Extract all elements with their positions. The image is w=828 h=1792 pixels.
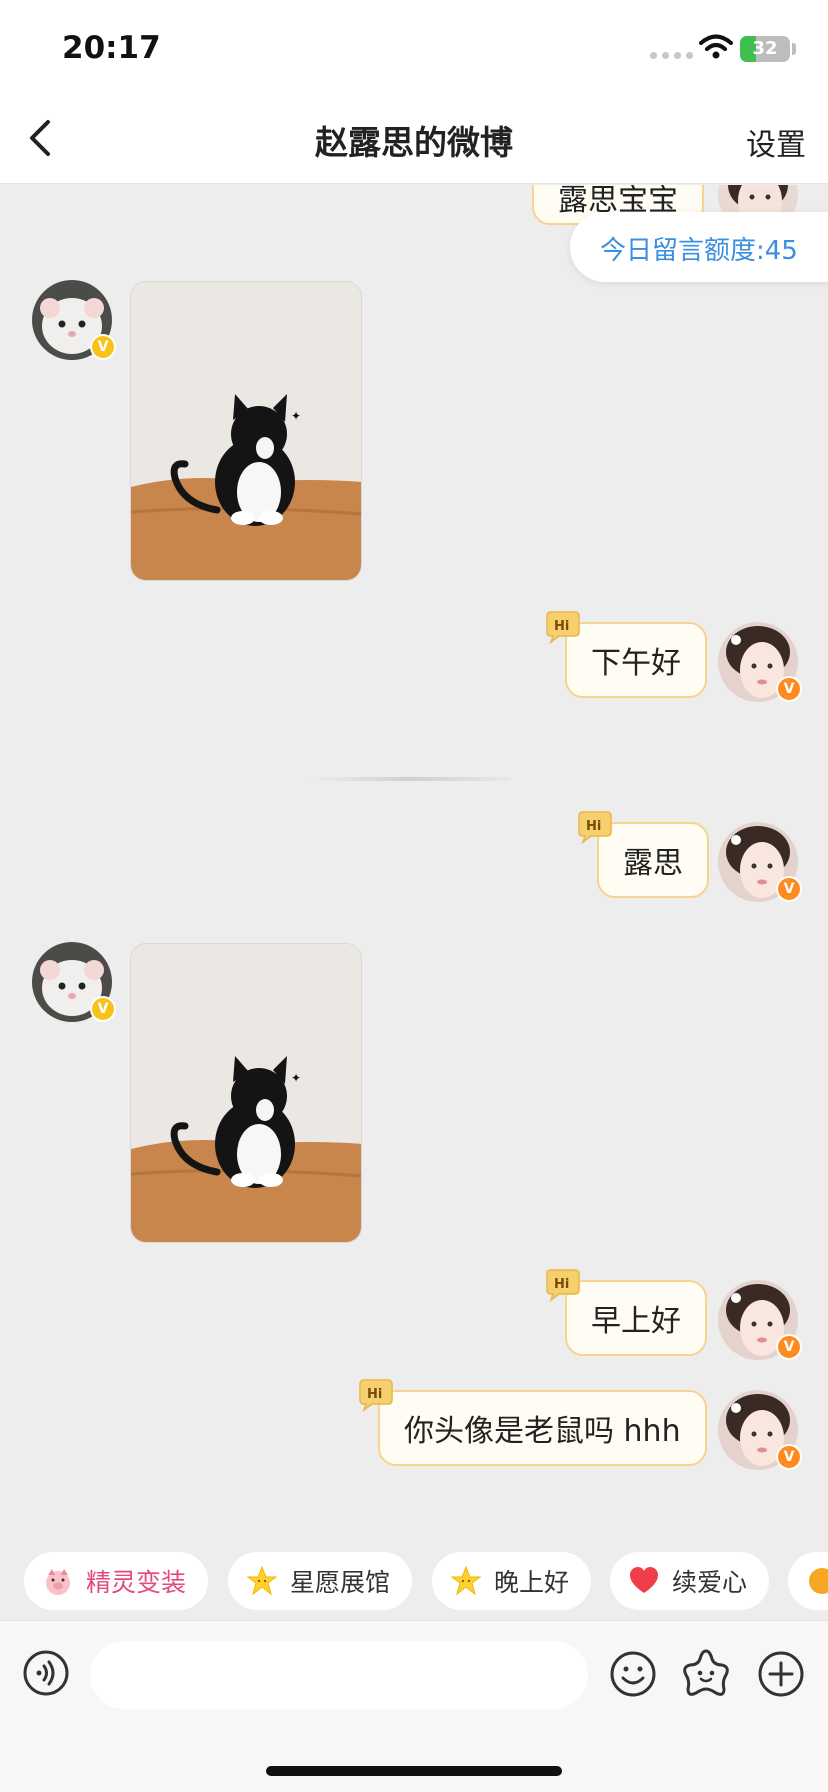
contact-avatar[interactable]: V: [32, 942, 116, 1022]
message-text: 你头像是老鼠吗 hhh: [404, 1414, 681, 1449]
user-avatar[interactable]: V: [718, 1390, 802, 1470]
quick-reply-chip[interactable]: 星愿展馆: [228, 1552, 413, 1610]
wifi-icon: [699, 34, 733, 59]
pig-sprite-icon: [46, 1569, 70, 1595]
message-text: 下午好: [591, 646, 681, 681]
star-sticker-button[interactable]: [680, 1647, 732, 1699]
quick-reply-bar[interactable]: 精灵变装 星愿展馆 晚上好 续爱心: [0, 1540, 828, 1620]
hi-text: Hi: [586, 819, 601, 834]
hi-text: Hi: [554, 619, 569, 634]
chip-label: 晚上好: [494, 1568, 570, 1597]
battery-indicator: 32: [740, 36, 790, 62]
battery-cap: [792, 43, 796, 55]
user-avatar[interactable]: V: [718, 1280, 802, 1360]
image-message[interactable]: ✦: [130, 281, 362, 581]
emoji-button[interactable]: [608, 1649, 658, 1699]
message-text: 早上好: [591, 1304, 681, 1339]
star-icon: [450, 1565, 482, 1596]
settings-button[interactable]: 设置: [746, 120, 806, 164]
quota-text: 今日留言额度:45: [600, 236, 798, 266]
contact-avatar[interactable]: V: [32, 280, 116, 360]
cat-photo-image: ✦: [131, 944, 361, 1242]
hi-text: Hi: [367, 1387, 382, 1402]
battery-level: 32: [752, 38, 778, 59]
message-bubble[interactable]: Hi 你头像是老鼠吗 hhh: [359, 1379, 707, 1466]
user-avatar[interactable]: V: [718, 822, 802, 902]
status-bar: 20:17 32: [0, 0, 828, 92]
hi-badge-icon: Hi: [546, 1269, 580, 1302]
user-avatar[interactable]: V: [718, 622, 802, 702]
hi-badge-icon: Hi: [359, 1379, 393, 1412]
star-icon: [246, 1565, 278, 1596]
verified-badge-icon: V: [90, 334, 116, 360]
system-notice: [310, 777, 510, 781]
chip-label: 续爱心: [672, 1568, 748, 1597]
quick-reply-chip[interactable]: 晚上好: [432, 1552, 592, 1610]
verified-badge-icon: V: [776, 1334, 802, 1360]
verified-badge-icon: V: [776, 876, 802, 902]
image-message[interactable]: ✦: [130, 943, 362, 1243]
svg-text:✦: ✦: [291, 409, 301, 423]
coin-icon: [809, 1568, 828, 1594]
cat-photo-image: ✦: [131, 282, 361, 580]
verified-badge-icon: V: [90, 996, 116, 1022]
cellular-signal-icon: [650, 52, 693, 59]
plus-button[interactable]: [756, 1649, 806, 1699]
hi-badge-icon: Hi: [578, 811, 612, 844]
page-title: 赵露思的微博: [315, 123, 513, 162]
message-bubble[interactable]: Hi 下午好: [546, 611, 707, 698]
message-input[interactable]: [90, 1641, 588, 1709]
chat-area[interactable]: 露思宝宝 今日留言额度:45 V ✦ Hi 下午好 V Hi 露思 V V ✦ …: [0, 185, 828, 1540]
hi-badge-icon: Hi: [546, 611, 580, 644]
message-bubble[interactable]: Hi 露思: [578, 811, 709, 898]
message-bubble[interactable]: Hi 早上好: [546, 1269, 707, 1356]
quick-reply-chip[interactable]: 精灵变装: [24, 1552, 209, 1610]
nav-bar: 赵露思的微博 设置: [0, 92, 828, 184]
voice-input-button[interactable]: [22, 1649, 70, 1697]
verified-badge-icon: V: [776, 1444, 802, 1470]
message-quota-badge: 今日留言额度:45: [570, 212, 828, 282]
heart-icon: [630, 1567, 658, 1593]
chip-label: 精灵变装: [86, 1568, 187, 1597]
svg-text:✦: ✦: [291, 1071, 301, 1085]
chip-label: 星愿展馆: [290, 1568, 391, 1597]
home-indicator: [266, 1766, 562, 1776]
hi-text: Hi: [554, 1277, 569, 1292]
quick-reply-chip-partial[interactable]: [788, 1552, 828, 1610]
quick-reply-chip[interactable]: 续爱心: [610, 1552, 770, 1610]
verified-badge-icon: V: [776, 676, 802, 702]
status-time: 20:17: [62, 30, 161, 66]
message-text: 露思: [623, 846, 683, 881]
